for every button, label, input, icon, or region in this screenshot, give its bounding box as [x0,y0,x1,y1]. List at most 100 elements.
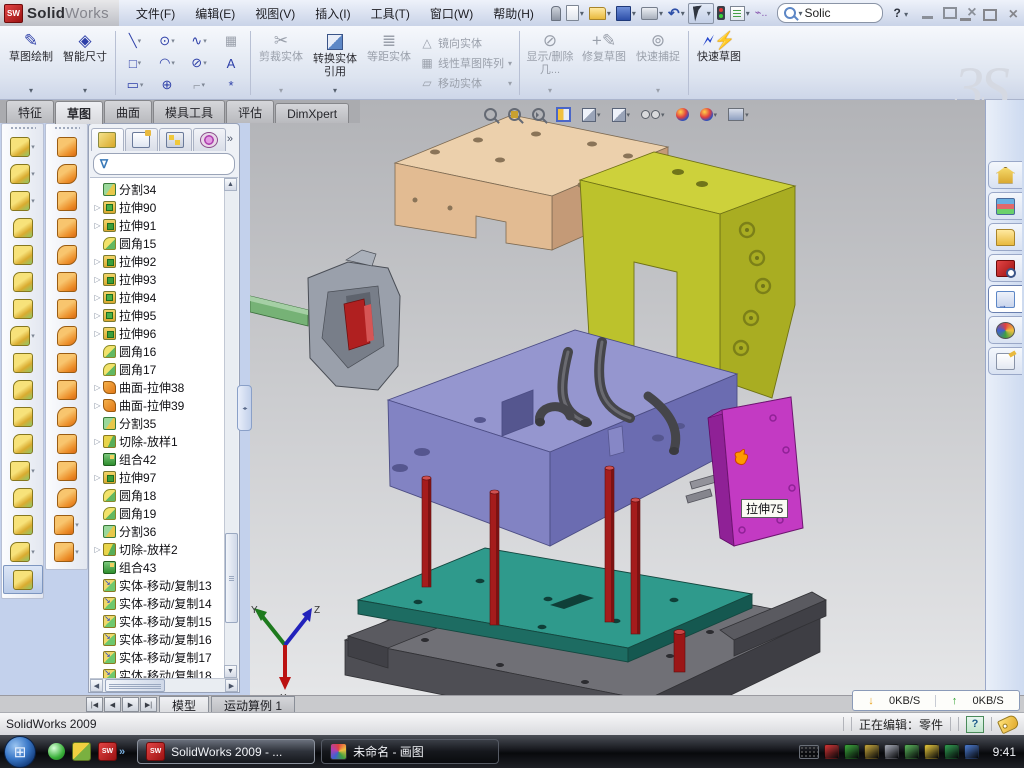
tree-item[interactable]: ▷拉伸95 [90,306,225,324]
dropdown-icon[interactable]: ▾ [138,37,142,45]
spline-button[interactable]: ∿▾ [183,30,215,52]
options-button[interactable]: ▾ [728,5,752,22]
scroll-up-button[interactable]: ▲ [224,178,237,191]
toolbar-grip[interactable] [54,126,80,130]
tab-模具工具[interactable]: 模具工具 [153,100,225,123]
convert-entities-button[interactable]: 转换实体引用 ▾ [308,29,362,97]
expand-icon[interactable]: ▷ [92,437,103,446]
display-delete-relations-button[interactable]: ⊘ 显示/删除几... ▾ [523,29,577,97]
tree-item[interactable]: 组合43 [90,558,225,576]
doc-minimize-button[interactable] [960,18,971,21]
splitter-grip[interactable] [237,385,252,431]
tree-item[interactable]: 圆角16 [90,342,225,360]
tree-item[interactable]: 实体-移动/复制14 [90,594,225,612]
dropdown-icon[interactable]: ▾ [75,548,79,556]
axis-button[interactable] [4,511,42,538]
tree-item[interactable]: 实体-移动/复制15 [90,612,225,630]
dropdown-icon[interactable]: ▾ [745,111,749,119]
tree-item[interactable]: 分割34 [90,180,225,198]
offset-surface-button[interactable] [48,268,86,295]
tree-item[interactable]: ▷切除-放样2 [90,540,225,558]
dropdown-icon[interactable]: ▾ [171,59,175,67]
taskbar-button-paint[interactable]: 未命名 - 画图 [321,739,499,764]
part-extrude75-block[interactable] [708,397,803,546]
dropdown-icon[interactable]: ▾ [171,37,175,45]
scrollbar-thumb[interactable] [225,533,238,623]
expand-icon[interactable]: ▷ [92,275,103,284]
propertymanager-tab[interactable] [125,128,158,151]
tree-item[interactable]: ▷曲面-拉伸38 [90,378,225,396]
hole-wizard-button[interactable] [4,295,42,322]
more-tabs-icon[interactable]: » [227,133,237,145]
updates-blocked-icon[interactable] [964,744,979,759]
select-cursor-button[interactable]: ▾ [688,3,714,24]
panel-splitter[interactable] [240,123,250,693]
dropdown-icon[interactable]: ▾ [580,9,584,18]
dropdown-icon[interactable]: ▾ [597,111,601,119]
dropdown-icon[interactable]: ▾ [31,197,35,205]
tree-item[interactable]: 组合42 [90,450,225,468]
tree-item[interactable]: ▷拉伸93 [90,270,225,288]
tree-item[interactable]: ▷拉伸94 [90,288,225,306]
doc-restore-button[interactable] [983,9,997,21]
quick-launch-expand-icon[interactable]: » [119,746,125,758]
tree-item[interactable]: 实体-移动/复制18 [90,666,225,678]
search-box[interactable]: ▾ Solic [777,3,883,23]
tree-item[interactable]: 分割35 [90,414,225,432]
warning-icon[interactable] [924,744,939,759]
power-options-button[interactable]: ⌁.. [753,6,770,21]
view-settings-button[interactable]: ▾ [726,106,751,123]
next-tab-button[interactable]: ▶ [122,697,139,712]
lofted-surface-button[interactable] [48,214,86,241]
fillet-button[interactable]: ▾ [4,187,42,214]
linear-sketch-pattern-button[interactable]: ▦线性草图阵列▾ [420,55,512,71]
rectangle-button[interactable]: □▾ [119,52,151,74]
help-button[interactable]: ? ▾ [893,6,908,20]
pattern-button[interactable]: ▾ [4,322,42,349]
certificate-icon[interactable] [864,744,879,759]
new-file-button[interactable]: ▾ [564,4,586,22]
previous-view-button[interactable] [530,106,547,123]
tab-motion-study[interactable]: 运动算例 1 [211,696,295,713]
undo-button[interactable]: ↶▾ [666,5,687,21]
dropdown-icon[interactable]: ▾ [202,81,206,89]
extruded-boss-button[interactable]: ▾ [4,133,42,160]
tab-特征[interactable]: 特征 [6,100,54,123]
quick-snaps-button[interactable]: ⊚ 快速捕捉 ▾ [631,29,685,97]
expand-icon[interactable]: ▷ [92,257,103,266]
tree-item[interactable]: ▷曲面-拉伸39 [90,396,225,414]
expand-icon[interactable]: ▷ [92,473,103,482]
tree-item[interactable]: 圆角18 [90,486,225,504]
ellipse-button[interactable]: ⊘▾ [183,52,215,74]
antivirus-alert-icon[interactable] [824,744,839,759]
pattern-box-button[interactable]: ▦ [215,30,247,52]
suite-icon[interactable] [72,742,91,761]
display-style-button[interactable]: ▾ [610,106,633,124]
prev-tab-button[interactable]: ◀ [104,697,121,712]
dropdown-icon[interactable]: ▾ [746,9,750,18]
zoom-fit-button[interactable] [482,106,499,123]
menu-file[interactable]: 文件(F) [127,2,184,25]
chamfer-button[interactable] [4,214,42,241]
extruded-cut-button[interactable]: ▾ [4,160,42,187]
tree-horizontal-scrollbar[interactable]: ◀ ▶ [90,678,238,692]
tree-item[interactable]: ▷拉伸92 [90,252,225,270]
dropdown-icon[interactable]: ▾ [83,86,87,95]
surface-curves-button[interactable]: ▾ [48,538,86,565]
move-copy-body-button[interactable] [4,430,42,457]
rapid-sketch-button[interactable]: 🗲⚡ 快速草图 [692,29,746,97]
dropdown-icon[interactable]: ▾ [31,170,35,178]
security-shield-icon[interactable] [844,744,859,759]
tree-filter-box[interactable]: ∇ [93,153,235,175]
boundary-surface-button[interactable] [48,241,86,268]
dimxpertmanager-tab[interactable] [193,128,226,151]
menu-tools[interactable]: 工具(T) [362,2,419,25]
solidworks-launcher-icon[interactable]: SW [98,742,117,761]
dropdown-icon[interactable]: ▾ [203,37,207,45]
dropdown-icon[interactable]: ▾ [31,143,35,151]
dropdown-icon[interactable]: ▾ [632,9,636,18]
replace-face-button[interactable] [48,403,86,430]
tree-item[interactable]: 圆角17 [90,360,225,378]
solidworks-resources-button[interactable] [988,161,1022,189]
extend-surface-button[interactable] [48,430,86,457]
